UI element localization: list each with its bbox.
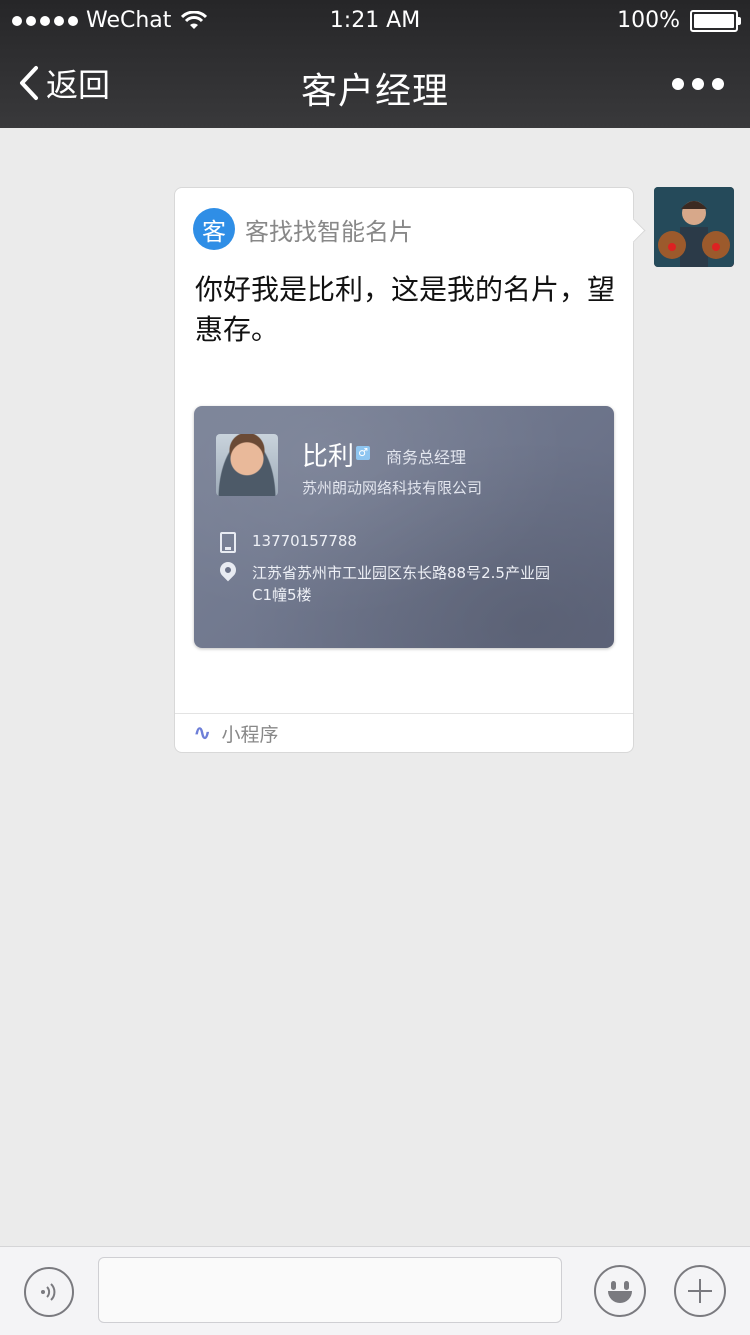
top-bar: WeChat 1:21 AM 100% 返回 客户经理 xyxy=(0,0,750,128)
card-job-title: 商务总经理 xyxy=(386,448,467,467)
voice-icon xyxy=(41,1283,56,1301)
link-icon: ∿ xyxy=(193,720,212,746)
status-bar: WeChat 1:21 AM 100% xyxy=(0,0,750,42)
message-text: 你好我是比利，这是我的名片，望惠存。 xyxy=(195,273,616,346)
status-right: 100% xyxy=(617,8,741,33)
location-pin-icon xyxy=(216,558,240,582)
avatar-image xyxy=(654,187,734,267)
sender-avatar[interactable] xyxy=(654,187,734,267)
card-name: 比利 xyxy=(302,442,355,472)
card-profile-photo xyxy=(216,434,278,496)
mini-program-name: 客找找智能名片 xyxy=(245,217,413,246)
voice-button[interactable] xyxy=(24,1267,74,1317)
navigation-bar: 返回 客户经理 xyxy=(0,42,750,128)
mini-program-footer: ∿ 小程序 xyxy=(175,713,633,752)
business-card[interactable]: 比利 ♂ 商务总经理 苏州朗动网络科技有限公司 13770157788 江苏省苏… xyxy=(194,406,614,648)
chat-input-bar xyxy=(0,1246,750,1335)
message-input[interactable] xyxy=(98,1257,562,1323)
more-button[interactable] xyxy=(672,78,724,90)
card-phone: 13770157788 xyxy=(252,532,357,550)
mini-program-message[interactable]: 客 客找找智能名片 你好我是比利，这是我的名片，望惠存。 比利 ♂ 商务总经理 … xyxy=(174,187,646,753)
more-icon xyxy=(672,78,684,90)
mini-program-logo: 客 xyxy=(193,208,235,250)
male-icon: ♂ xyxy=(356,446,370,460)
battery-percentage: 100% xyxy=(617,8,680,33)
battery-icon xyxy=(690,9,741,32)
emoji-button[interactable] xyxy=(594,1265,646,1317)
card-address: 江苏省苏州市工业园区东长路88号2.5产业园C1幢5楼 xyxy=(252,564,550,604)
mini-program-label: 小程序 xyxy=(221,723,279,746)
card-company: 苏州朗动网络科技有限公司 xyxy=(302,479,483,497)
plus-button[interactable] xyxy=(674,1265,726,1317)
mini-program-header: 客 客找找智能名片 xyxy=(193,208,413,250)
phone-icon xyxy=(220,532,236,553)
page-title: 客户经理 xyxy=(300,71,449,112)
emoji-icon xyxy=(608,1291,632,1303)
